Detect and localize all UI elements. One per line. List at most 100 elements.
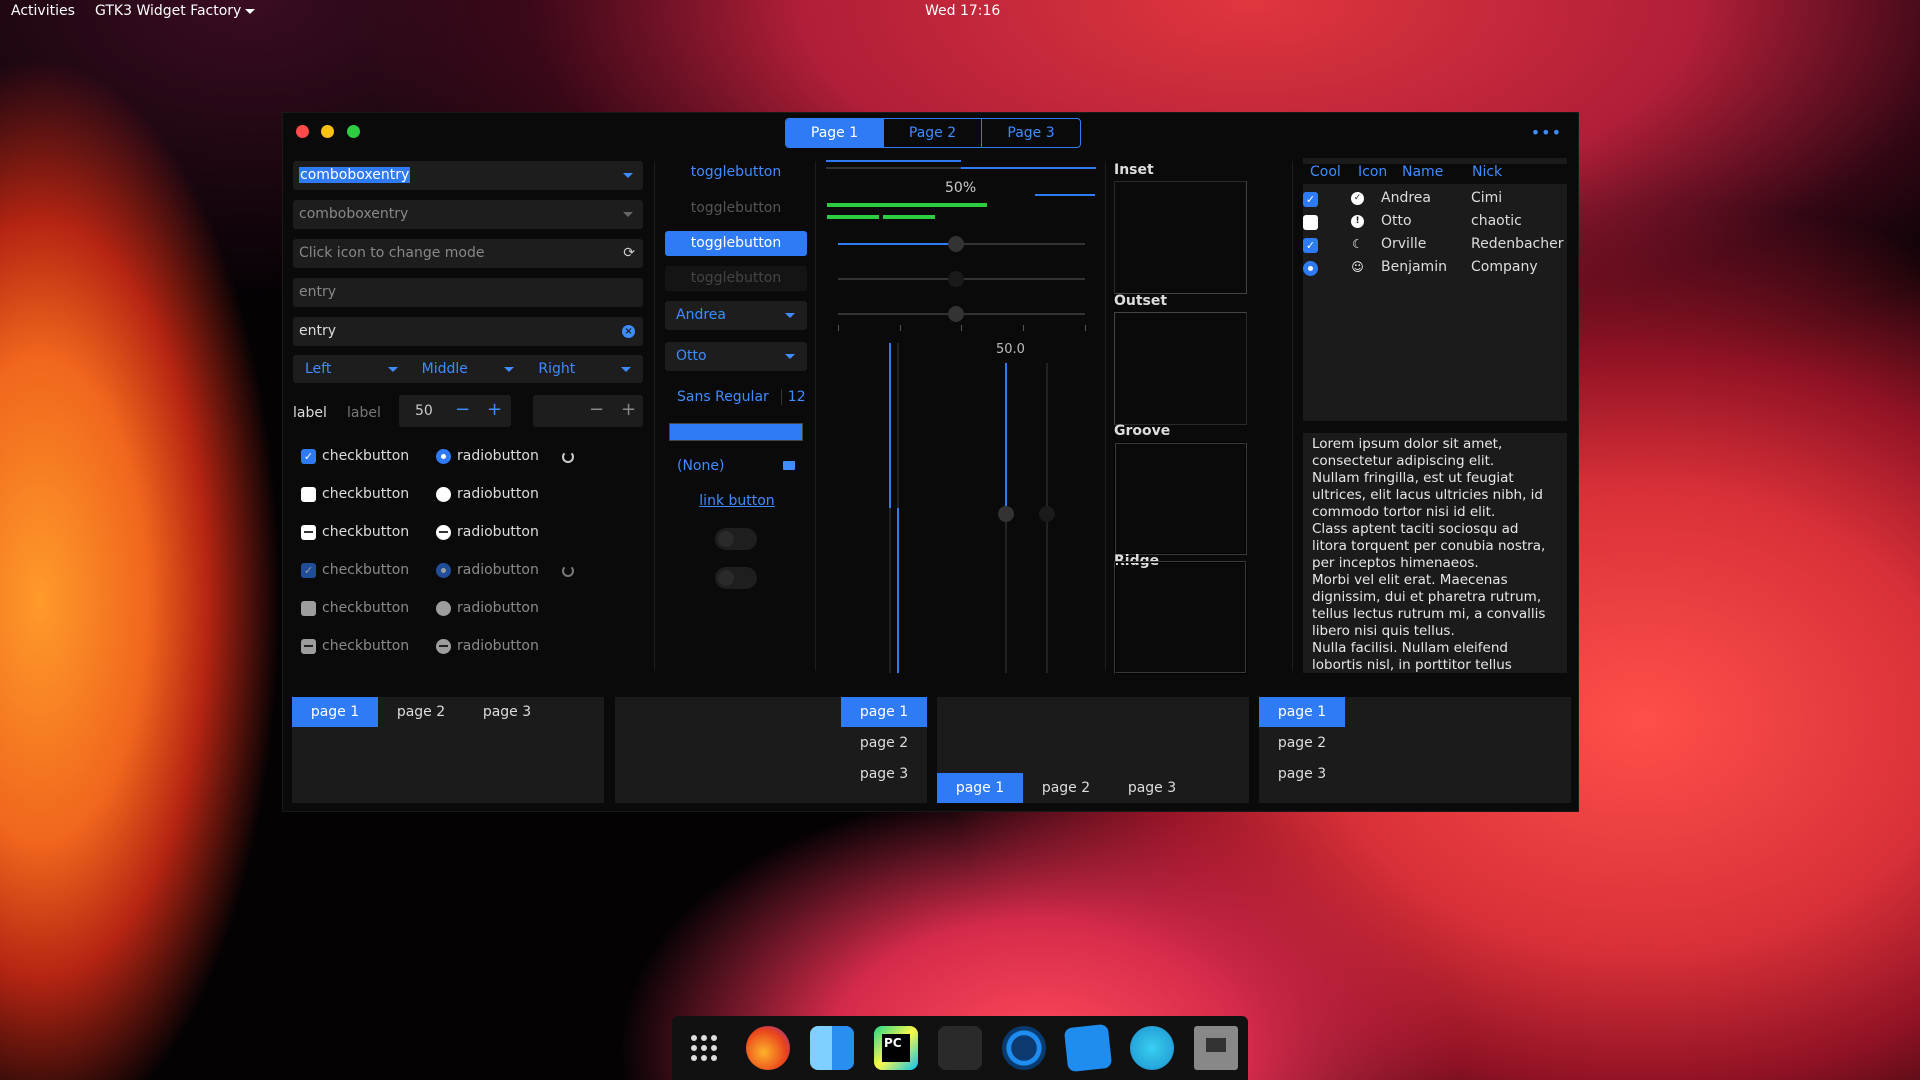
table-row[interactable]: ✓ ✓ Andrea Cimi [1279, 188, 1543, 211]
combo-left-label: Left [305, 361, 332, 377]
combobox-entry-2[interactable]: comboboxentry [293, 200, 643, 229]
app-menu[interactable]: GTK3 Widget Factory [95, 3, 256, 19]
app-menu-label: GTK3 Widget Factory [95, 3, 242, 19]
vscale-3-knob[interactable] [998, 506, 1014, 522]
screenshot-icon[interactable] [1063, 1023, 1113, 1073]
maximize-icon[interactable] [347, 125, 360, 138]
tab-page-1[interactable]: Page 1 [786, 119, 884, 147]
activities-button[interactable]: Activities [11, 3, 75, 19]
check-icon: ✓ [301, 449, 316, 464]
terminal-icon[interactable] [938, 1026, 982, 1070]
levelbar-segment-1 [827, 215, 879, 219]
close-icon[interactable] [296, 125, 309, 138]
togglebutton-4[interactable]: togglebutton [665, 266, 807, 291]
table-row[interactable]: ✓ ☾ Orville Redenbacher [1279, 234, 1564, 257]
firefox-icon[interactable] [746, 1026, 790, 1070]
file-chooser-button[interactable]: (None) [677, 458, 797, 474]
radio-mixed-icon [436, 639, 451, 654]
switch-1[interactable] [715, 528, 757, 550]
finder-icon[interactable] [810, 1026, 854, 1070]
combo-right[interactable]: Right [526, 355, 643, 383]
column-name[interactable]: Name [1402, 164, 1443, 180]
plus-icon[interactable]: + [621, 394, 636, 426]
power-icon[interactable] [1002, 1026, 1046, 1070]
tree-header: Cool Icon Name Nick [1303, 164, 1567, 184]
combo-andrea[interactable]: Andrea [665, 301, 807, 330]
notebook-tab[interactable]: page 3 [464, 697, 550, 727]
caret-down-icon [245, 8, 256, 14]
progress-label: 50% [945, 180, 977, 196]
spin-button[interactable]: 50 − + [399, 395, 511, 427]
font-button[interactable]: Sans Regular 12 [677, 389, 806, 405]
togglebutton-1[interactable]: togglebutton [665, 160, 807, 185]
row-name: Orville [1381, 236, 1427, 252]
combobox-entry-1[interactable]: comboboxentry [293, 161, 643, 190]
clear-icon[interactable]: × [622, 325, 635, 338]
notebook-tab[interactable]: page 2 [378, 697, 464, 727]
table-row[interactable]: ! Otto chaotic [1279, 211, 1543, 234]
notebook-tab[interactable]: page 2 [1023, 773, 1109, 803]
plus-icon[interactable]: + [487, 394, 502, 426]
color-button[interactable] [669, 423, 803, 441]
check-icon[interactable]: ✓ [1303, 192, 1318, 207]
combo-middle[interactable]: Middle [410, 355, 527, 383]
chevron-down-icon[interactable] [623, 173, 633, 178]
hscale-1-knob[interactable] [948, 236, 964, 252]
minimize-icon[interactable] [321, 125, 334, 138]
minus-icon[interactable]: − [455, 394, 470, 426]
radio-icon[interactable] [1303, 261, 1318, 276]
mode-entry-placeholder: Click icon to change mode [299, 245, 485, 261]
row-name: Andrea [1381, 190, 1431, 206]
file-chooser-label: (None) [677, 458, 725, 474]
clock[interactable]: Wed 17:16 [925, 3, 1000, 19]
notebook-tab[interactable]: page 1 [1259, 697, 1345, 727]
entry-1[interactable]: entry [293, 278, 643, 307]
notebook-tab[interactable]: page 2 [1259, 728, 1345, 758]
row-nick: chaotic [1471, 213, 1522, 229]
switch-2[interactable] [715, 567, 757, 589]
pycharm-icon[interactable]: PC [874, 1026, 918, 1070]
notebook-tab[interactable]: page 2 [841, 728, 927, 758]
notebook-tab[interactable]: page 1 [937, 773, 1023, 803]
check-icon[interactable]: ✓ [1303, 238, 1318, 253]
audio-icon[interactable] [1130, 1026, 1174, 1070]
checkbox-icon[interactable] [1303, 215, 1318, 230]
notebook-tab[interactable]: page 1 [841, 697, 927, 727]
spin-button-disabled[interactable]: − + [533, 395, 643, 427]
chevron-down-icon[interactable] [623, 212, 633, 217]
hscale-3-knob[interactable] [948, 306, 964, 322]
chevron-down-icon [621, 367, 632, 372]
app-grid-glyph [691, 1035, 717, 1061]
togglebutton-2[interactable]: togglebutton [665, 196, 807, 221]
notebook-tab[interactable]: page 3 [1109, 773, 1195, 803]
column-icon[interactable]: Icon [1358, 164, 1387, 180]
notebook-tab[interactable]: page 3 [841, 759, 927, 789]
spinner-icon [562, 565, 574, 577]
more-menu-icon[interactable]: ••• [1531, 123, 1562, 142]
notebook-tab[interactable]: page 3 [1259, 759, 1345, 789]
scale-tick [1085, 325, 1086, 331]
hscale-2-knob[interactable] [948, 271, 964, 287]
radiobutton-4-label: radiobutton [457, 562, 539, 578]
row-nick: Company [1471, 259, 1538, 275]
refresh-icon[interactable]: ⟳ [623, 239, 635, 268]
link-button[interactable]: link button [667, 493, 807, 509]
chevron-down-icon [785, 313, 795, 318]
minus-icon[interactable]: − [589, 394, 604, 426]
column-cool[interactable]: Cool [1310, 164, 1341, 180]
tab-page-3[interactable]: Page 3 [982, 119, 1080, 147]
column-nick[interactable]: Nick [1472, 164, 1502, 180]
text-view[interactable]: Lorem ipsum dolor sit amet, consectetur … [1303, 433, 1567, 673]
table-row[interactable]: ☺ Benjamin Company [1279, 257, 1543, 280]
vscale-4-knob[interactable] [1039, 506, 1055, 522]
notebook-tab[interactable]: page 1 [292, 697, 378, 727]
row-name: Benjamin [1381, 259, 1447, 275]
entry-2[interactable]: entry × [293, 317, 643, 346]
combo-left[interactable]: Left [293, 355, 410, 383]
combo-otto[interactable]: Otto [665, 342, 807, 371]
tab-page-2[interactable]: Page 2 [884, 119, 982, 147]
togglebutton-3[interactable]: togglebutton [665, 231, 807, 256]
app-grid-icon[interactable] [682, 1026, 726, 1070]
mode-entry[interactable]: Click icon to change mode ⟳ [293, 239, 643, 268]
terminal-app-icon[interactable] [1194, 1026, 1238, 1070]
